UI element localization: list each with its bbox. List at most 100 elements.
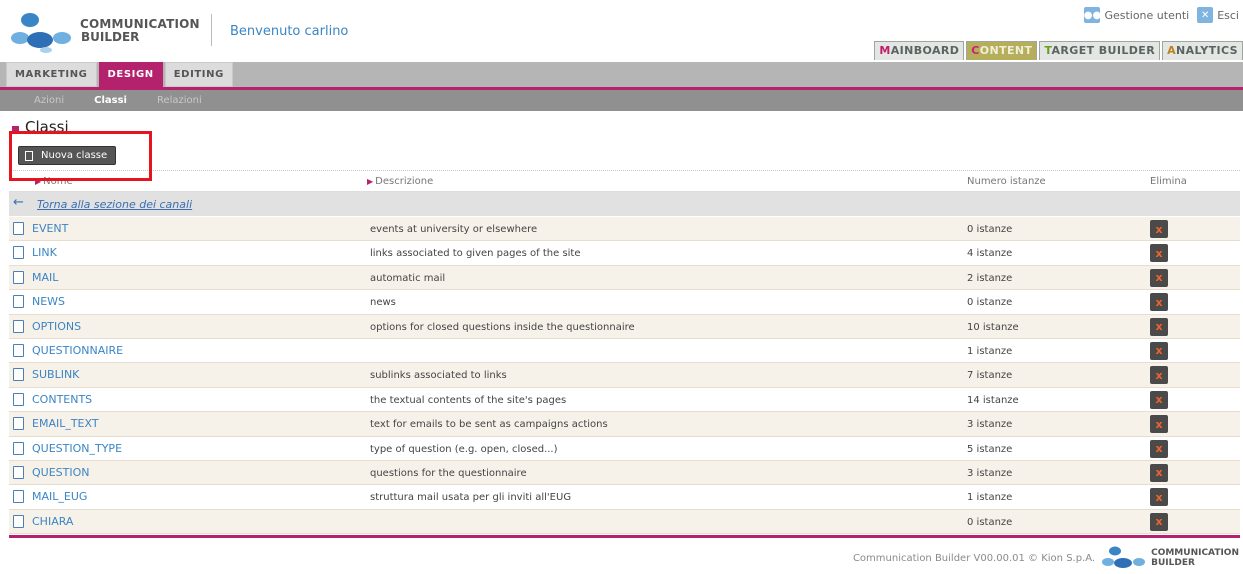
class-name-link[interactable]: QUESTIONNAIRE xyxy=(13,343,123,357)
class-description: automatic mail xyxy=(370,272,446,284)
class-name-link[interactable]: NEWS xyxy=(13,295,65,309)
table-row: OPTIONS options for closed questions insi… xyxy=(9,314,1240,339)
class-name-link[interactable]: LINK xyxy=(13,246,57,260)
class-name: SUBLINK xyxy=(32,368,80,382)
class-name-link[interactable]: MAIL xyxy=(13,270,58,284)
table-row: MAIL_EUG struttura mail usata per gli inv… xyxy=(9,485,1240,510)
logo-text: COMMUNICATION BUILDER xyxy=(80,18,200,44)
delete-icon[interactable]: x xyxy=(1150,415,1168,434)
document-icon xyxy=(13,417,24,431)
class-name-link[interactable]: EMAIL_TEXT xyxy=(13,417,99,431)
tab-relazioni[interactable]: Relazioni xyxy=(157,90,202,111)
document-icon xyxy=(13,368,24,382)
class-name-link[interactable]: CONTENTS xyxy=(13,392,93,406)
instance-count: 14 istanze xyxy=(967,394,1019,406)
class-description: struttura mail usata per gli inviti all'… xyxy=(370,492,572,504)
logo-divider xyxy=(211,14,212,46)
class-name-link[interactable]: QUESTION xyxy=(13,465,90,479)
table-row: MAIL automatic mail 2 istanze x xyxy=(9,265,1240,291)
tab-design[interactable]: DESIGN xyxy=(98,62,163,87)
exit-link[interactable]: ✕ Esci xyxy=(1197,7,1239,23)
delete-icon[interactable]: x xyxy=(1150,268,1168,287)
tab-target-builder-label: ARGET BUILDER xyxy=(1051,44,1156,57)
instance-count: 2 istanze xyxy=(967,272,1013,284)
class-name-link[interactable]: QUESTION_TYPE xyxy=(13,441,122,455)
class-description: text for emails to be sent as campaigns … xyxy=(370,419,608,431)
class-name: CONTENTS xyxy=(32,392,93,406)
table-header: ▶ Nome ▶ Descrizione Numero istanze Elimin… xyxy=(9,170,1240,192)
document-icon xyxy=(13,465,24,479)
subsection-nav: Azioni Classi Relazioni xyxy=(0,90,1243,111)
user-management-link[interactable]: ●● Gestione utenti xyxy=(1084,7,1189,23)
section-nav: MARKETING DESIGN EDITING xyxy=(0,62,1243,87)
delete-icon[interactable]: x xyxy=(1150,366,1168,385)
new-class-button[interactable]: Nuova classe xyxy=(18,146,117,165)
tab-analytics-initial: A xyxy=(1167,44,1177,57)
table-row: QUESTIONNAIRE 1 istanze x xyxy=(9,338,1240,364)
delete-icon[interactable]: x xyxy=(1150,341,1168,360)
footer-logo-icon xyxy=(1102,546,1146,568)
table-row: NEWS news 0 istanze x xyxy=(9,290,1240,315)
class-description: options for closed questions inside the … xyxy=(370,321,635,333)
class-description: type of question (e.g. open, closed...) xyxy=(370,443,558,455)
instance-count: 7 istanze xyxy=(967,370,1013,382)
back-row: ← Torna alla sezione dei canali xyxy=(9,192,1240,217)
instance-count: 5 istanze xyxy=(967,443,1013,455)
class-description: sublinks associated to links xyxy=(370,370,507,382)
tab-marketing[interactable]: MARKETING xyxy=(6,62,97,87)
header-description[interactable]: ▶ Descrizione xyxy=(367,176,433,187)
delete-icon[interactable]: x xyxy=(1150,439,1168,458)
class-description: links associated to given pages of the s… xyxy=(370,248,581,260)
tab-editing[interactable]: EDITING xyxy=(164,62,233,87)
document-icon xyxy=(13,514,24,528)
class-name: QUESTION xyxy=(32,465,90,479)
document-icon xyxy=(13,441,24,455)
tab-target-builder-initial: T xyxy=(1044,44,1052,57)
document-icon xyxy=(13,295,24,309)
delete-icon[interactable]: x xyxy=(1150,244,1168,263)
delete-icon[interactable]: x xyxy=(1150,512,1168,531)
class-description: news xyxy=(370,297,396,309)
table-body: EVENT events at university or elsewhere 0 … xyxy=(9,217,1240,535)
instance-count: 0 istanze xyxy=(967,297,1013,309)
instance-count: 3 istanze xyxy=(967,419,1013,431)
tab-classi[interactable]: Classi xyxy=(94,90,127,111)
page-title: Classi xyxy=(12,118,69,136)
table-row: LINK links associated to given pages of t… xyxy=(9,241,1240,266)
logo-line2: BUILDER xyxy=(81,30,140,44)
main-tabs: MAINBOARD CONTENT TARGET BUILDER ANALYTI… xyxy=(872,41,1243,60)
app-logo[interactable]: COMMUNICATION BUILDER xyxy=(10,8,210,54)
title-bullet-icon xyxy=(12,125,19,133)
close-icon: ✕ xyxy=(1197,7,1214,23)
tab-azioni[interactable]: Azioni xyxy=(34,90,64,111)
tab-content[interactable]: CONTENT xyxy=(966,41,1038,60)
delete-icon[interactable]: x xyxy=(1150,293,1168,312)
tab-analytics[interactable]: ANALYTICS xyxy=(1162,41,1243,60)
back-arrow-icon: ← xyxy=(13,195,24,210)
new-class-label: Nuova classe xyxy=(41,150,108,161)
document-icon xyxy=(13,222,24,235)
header-name[interactable]: ▶ Nome xyxy=(35,176,73,187)
delete-icon[interactable]: x xyxy=(1150,390,1168,409)
instance-count: 1 istanze xyxy=(967,492,1013,504)
tab-mainboard[interactable]: MAINBOARD xyxy=(874,41,965,60)
class-name-link[interactable]: SUBLINK xyxy=(13,368,80,382)
class-name-link[interactable]: MAIL_EUG xyxy=(13,490,87,504)
tab-mainboard-initial: M xyxy=(879,44,891,57)
tab-content-label: ONTENT xyxy=(979,44,1033,57)
class-description: events at university or elsewhere xyxy=(370,224,538,235)
instance-count: 10 istanze xyxy=(967,321,1019,333)
table-row: EMAIL_TEXT text for emails to be sent as … xyxy=(9,412,1240,437)
class-name-link[interactable]: EVENT xyxy=(13,222,68,235)
classes-table: ▶ Nome ▶ Descrizione Numero istanze Elimin… xyxy=(9,170,1240,535)
delete-icon[interactable]: x xyxy=(1150,317,1168,336)
class-name-link[interactable]: CHIARA xyxy=(13,514,73,528)
tab-target-builder[interactable]: TARGET BUILDER xyxy=(1039,41,1161,60)
delete-icon[interactable]: x xyxy=(1150,463,1168,482)
class-name-link[interactable]: OPTIONS xyxy=(13,319,81,333)
delete-icon[interactable]: x xyxy=(1150,220,1168,238)
delete-icon[interactable]: x xyxy=(1150,488,1168,507)
users-icon: ●● xyxy=(1084,7,1101,23)
back-to-channels-link[interactable]: Torna alla sezione dei canali xyxy=(37,198,192,211)
document-icon xyxy=(25,150,33,161)
